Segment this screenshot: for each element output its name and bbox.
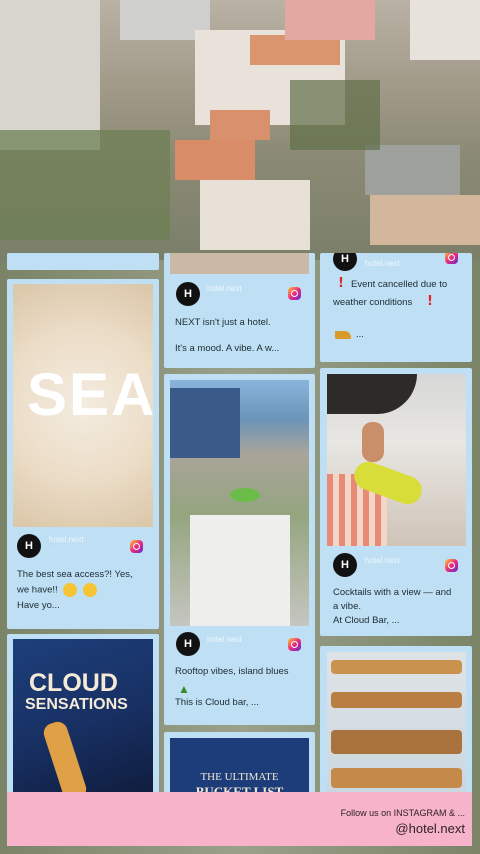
post-text-line: we have!! bbox=[17, 583, 97, 597]
feed-column-3: H hotel.next ! Event cancelled due to we… bbox=[320, 253, 472, 792]
sea-image-text: SEA bbox=[27, 361, 157, 428]
post-text-line: It's a mood. A vibe. A w... bbox=[175, 343, 280, 354]
exclamation-icon: ! bbox=[427, 294, 433, 309]
post-image-rooftop-aerial bbox=[170, 380, 309, 626]
footer-banner: Follow us on INSTAGRAM & ... @hotel.next bbox=[7, 792, 472, 846]
avatar[interactable]: H bbox=[176, 282, 200, 306]
post-image-cloud-sensations: CLOUD SENSATIONS bbox=[13, 639, 153, 792]
pastry-tray bbox=[331, 692, 462, 708]
post-text-line: At Cloud Bar, ... bbox=[333, 615, 400, 626]
palm-tree-emoji-icon: ▲ bbox=[178, 682, 190, 696]
account-handle[interactable]: hotel.next bbox=[207, 284, 242, 293]
trees bbox=[0, 130, 170, 240]
post-meta: ··· bbox=[49, 549, 55, 555]
footer-follow-text: Follow us on INSTAGRAM & ... bbox=[340, 808, 465, 818]
post-card-top-partial[interactable] bbox=[7, 253, 159, 270]
post-text-span: we have!! bbox=[17, 584, 58, 596]
rooftop-pool bbox=[230, 488, 260, 502]
post-text-line: ... bbox=[356, 329, 364, 340]
avatar[interactable]: H bbox=[17, 534, 41, 558]
account-handle[interactable]: hotel.next bbox=[365, 259, 400, 268]
account-handle[interactable]: hotel.next bbox=[207, 635, 242, 644]
avatar[interactable]: H bbox=[176, 632, 200, 656]
trees bbox=[290, 80, 380, 150]
image-title-line: CLOUD bbox=[29, 669, 118, 697]
post-card-next-mood[interactable]: H hotel.next ··· NEXT isn't just a hotel… bbox=[164, 253, 315, 368]
building bbox=[200, 180, 310, 250]
post-card-rooftop[interactable]: H hotel.next ··· Rooftop vibes, island b… bbox=[164, 374, 315, 725]
building bbox=[175, 140, 255, 180]
post-card-bucket-list[interactable]: THE ULTIMATE BUCKET LIST bbox=[164, 732, 315, 792]
post-text-line: Event cancelled due to bbox=[351, 279, 448, 290]
post-card-pastries[interactable] bbox=[320, 646, 472, 792]
post-card-event-cancelled[interactable]: H hotel.next ! Event cancelled due to we… bbox=[320, 253, 472, 362]
post-image-beach: SEA bbox=[13, 284, 157, 527]
post-meta: ··· bbox=[207, 297, 213, 303]
post-text-line: a vibe. bbox=[333, 601, 361, 612]
instagram-icon[interactable] bbox=[445, 559, 458, 572]
footer-handle[interactable]: @hotel.next bbox=[395, 821, 465, 836]
avatar[interactable]: H bbox=[333, 253, 357, 271]
sunglasses-emoji-icon bbox=[82, 583, 97, 597]
pastry-tray bbox=[331, 730, 462, 754]
heart-eyes-emoji-icon bbox=[63, 583, 78, 597]
image-title-line: THE ULTIMATE bbox=[200, 771, 279, 783]
building bbox=[285, 0, 375, 40]
feed-column-1: SEA H hotel.next ··· The best sea access… bbox=[7, 253, 159, 792]
post-text-line: Cocktails with a view — and bbox=[333, 587, 452, 598]
raised-hand-figure bbox=[41, 719, 89, 792]
post-image-cloud-bar bbox=[327, 374, 466, 546]
image-title-line: SENSATIONS bbox=[25, 696, 128, 713]
parking-lot bbox=[365, 145, 460, 195]
post-card-sea-access[interactable]: SEA H hotel.next ··· The best sea access… bbox=[7, 279, 159, 629]
building bbox=[210, 110, 270, 140]
account-handle[interactable]: hotel.next bbox=[49, 535, 84, 544]
instagram-icon[interactable] bbox=[130, 540, 143, 553]
tower-building bbox=[170, 388, 240, 458]
post-image-partial bbox=[170, 253, 309, 274]
exclamation-icon: ! bbox=[338, 276, 344, 291]
building bbox=[370, 195, 480, 245]
post-text-line: This is Cloud bar, ... bbox=[175, 697, 259, 708]
avatar[interactable]: H bbox=[333, 553, 357, 577]
post-card-cloud-sensations[interactable]: CLOUD SENSATIONS bbox=[7, 634, 159, 792]
post-card-cocktails[interactable]: H hotel.next ··· Cocktails with a view —… bbox=[320, 368, 472, 636]
account-handle[interactable]: hotel.next bbox=[365, 556, 400, 565]
post-text-line: Have yo... bbox=[17, 600, 60, 611]
post-meta: ··· bbox=[365, 569, 371, 575]
instagram-icon[interactable] bbox=[288, 638, 301, 651]
post-text-line: The best sea access?! Yes, bbox=[17, 569, 133, 580]
pastry-tray bbox=[331, 768, 462, 788]
high-heel-emoji-icon bbox=[335, 331, 351, 339]
building bbox=[0, 0, 100, 150]
instagram-icon[interactable] bbox=[445, 253, 458, 264]
umbrella bbox=[327, 374, 417, 414]
post-image-bucket-list: THE ULTIMATE BUCKET LIST bbox=[170, 738, 309, 792]
post-text-line: Rooftop vibes, island blues bbox=[175, 666, 289, 677]
building bbox=[410, 0, 480, 60]
feed-column-2: H hotel.next ··· NEXT isn't just a hotel… bbox=[164, 253, 315, 792]
post-image-pastry-display bbox=[327, 652, 466, 792]
instagram-icon[interactable] bbox=[288, 287, 301, 300]
image-title-line: BUCKET LIST bbox=[195, 784, 284, 792]
building-facade bbox=[190, 515, 290, 626]
post-text-line: weather conditions bbox=[333, 297, 413, 308]
person-seated bbox=[362, 422, 384, 462]
post-text-line: NEXT isn't just a hotel. bbox=[175, 317, 271, 328]
post-meta: ··· bbox=[207, 648, 213, 654]
pastry-tray bbox=[331, 660, 462, 674]
